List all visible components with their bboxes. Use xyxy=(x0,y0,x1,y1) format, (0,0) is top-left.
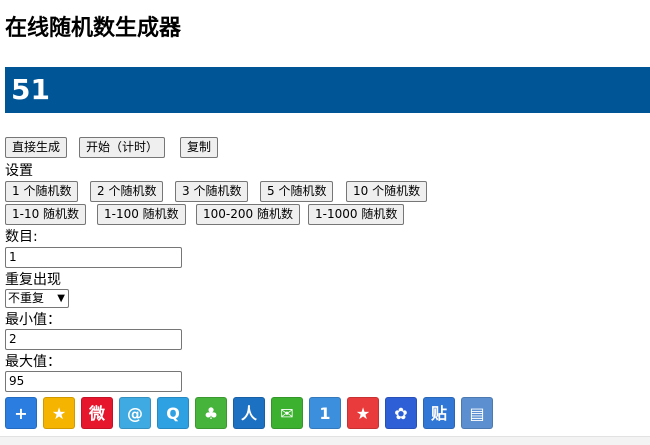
start-timer-button[interactable]: 开始（计时） xyxy=(79,137,166,158)
range-1-1000-button[interactable]: 1-1000 随机数 xyxy=(308,204,405,225)
add-share-icon[interactable]: + xyxy=(5,397,37,429)
preset-3-button[interactable]: 3 个随机数 xyxy=(175,181,249,202)
page-title: 在线随机数生成器 xyxy=(5,16,182,41)
repeat-select-value: 不重复 xyxy=(8,291,45,305)
tencent-weibo-icon[interactable]: @ xyxy=(119,397,151,429)
min-label: 最小值： xyxy=(5,312,61,328)
print-icon[interactable]: ▤ xyxy=(461,397,493,429)
clover-icon[interactable]: ♣ xyxy=(195,397,227,429)
result-display: 51 xyxy=(5,67,650,113)
wechat-icon[interactable]: ✉ xyxy=(271,397,303,429)
min-input[interactable]: 2 xyxy=(5,329,182,350)
qq-icon[interactable]: Q xyxy=(157,397,189,429)
tieba-icon[interactable]: 贴 xyxy=(423,397,455,429)
preset-5-button[interactable]: 5 个随机数 xyxy=(260,181,334,202)
preset-2-button[interactable]: 2 个随机数 xyxy=(90,181,164,202)
qzone-icon[interactable]: ★ xyxy=(43,397,75,429)
generate-button[interactable]: 直接生成 xyxy=(5,137,68,158)
chevron-down-icon: ▼ xyxy=(57,293,65,304)
range-1-100-button[interactable]: 1-100 随机数 xyxy=(97,204,186,225)
settings-label: 设置 xyxy=(5,163,33,179)
renren-icon[interactable]: 人 xyxy=(233,397,265,429)
max-input[interactable]: 95 xyxy=(5,371,182,392)
count-input[interactable]: 1 xyxy=(5,247,182,268)
repeat-label: 重复出现 xyxy=(5,272,61,288)
weibo-icon[interactable]: 微 xyxy=(81,397,113,429)
count-label: 数目: xyxy=(5,229,38,245)
range-1-10-button[interactable]: 1-10 随机数 xyxy=(5,204,87,225)
range-100-200-button[interactable]: 100-200 随机数 xyxy=(196,204,300,225)
preset-10-button[interactable]: 10 个随机数 xyxy=(346,181,428,202)
max-label: 最大值： xyxy=(5,354,61,370)
favorite-icon[interactable]: ★ xyxy=(347,397,379,429)
baidu-icon[interactable]: ✿ xyxy=(385,397,417,429)
preset-1-button[interactable]: 1 个随机数 xyxy=(5,181,79,202)
repeat-select[interactable]: 不重复 ▼ xyxy=(5,289,69,308)
copy-button[interactable]: 复制 xyxy=(180,137,219,158)
kaixin-icon[interactable]: 1 xyxy=(309,397,341,429)
